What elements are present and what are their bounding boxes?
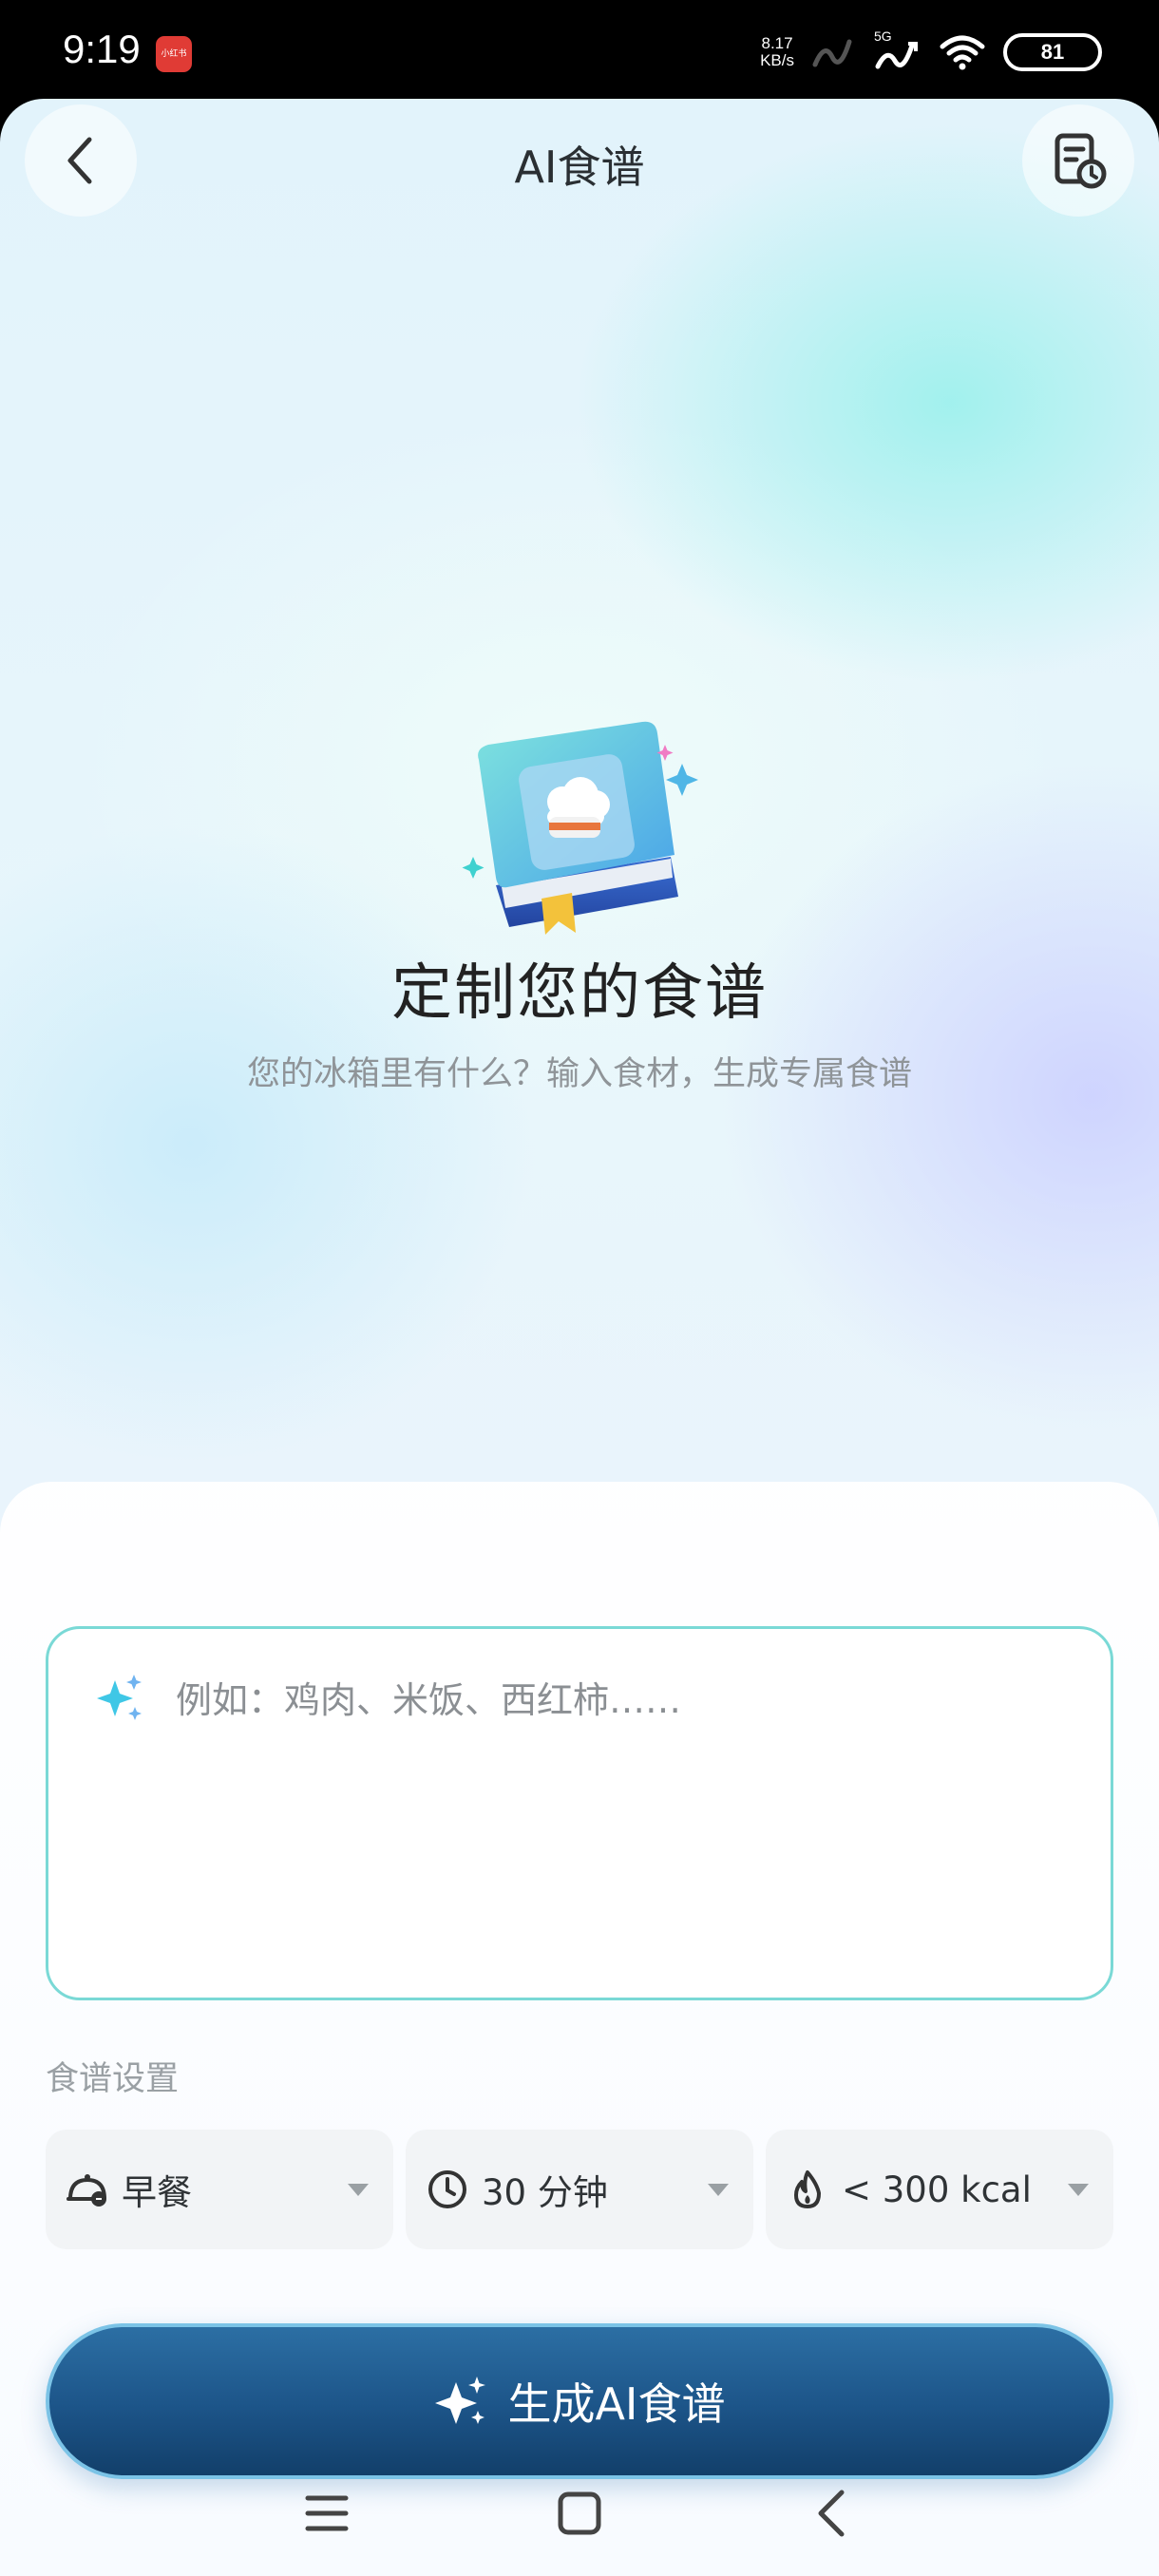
system-navigation-bar <box>0 2451 1159 2576</box>
clock-icon <box>428 2170 466 2208</box>
hero-title: 定制您的食谱 <box>391 958 768 1029</box>
status-icons: 8.17 KB/s 5G 81 <box>760 25 1102 80</box>
status-time: 9:19 <box>63 27 141 71</box>
hero-subtitle: 您的冰箱里有什么？输入食材，生成专属食谱 <box>246 1055 912 1093</box>
network-speed-unit: KB/s <box>760 51 794 69</box>
recipe-history-icon <box>1054 133 1107 189</box>
meal-dish-icon <box>66 2174 106 2207</box>
menu-icon[interactable] <box>298 2485 355 2542</box>
sparkle-icon <box>97 1675 142 1720</box>
back-nav-icon[interactable] <box>804 2485 861 2542</box>
signal-strength-icon <box>812 39 852 67</box>
cellular-5g-icon: 5G <box>874 28 922 72</box>
settings-label: 食谱设置 <box>46 2060 180 2098</box>
calories-value: < 300 kcal <box>842 2169 1032 2210</box>
recipe-book-illustration <box>462 721 698 935</box>
app-screen: AI食谱 定制您的食谱 您的冰箱里有什么？输入食材，生成专属食谱 例如：鸡肉、米… <box>0 99 1159 2576</box>
battery-icon: 81 <box>1003 33 1102 71</box>
calories-dropdown[interactable]: < 300 kcal <box>766 2130 1113 2249</box>
cook-time-value: 30 分钟 <box>482 2172 608 2213</box>
ingredients-placeholder: 例如：鸡肉、米饭、西红柿…… <box>176 1679 682 1721</box>
status-bar: 9:19 小红书 8.17 KB/s 5G 81 <box>0 0 1159 104</box>
wifi-icon <box>940 35 985 70</box>
generate-recipe-label: 生成AI食谱 <box>507 2378 726 2430</box>
network-speed: 8.17 KB/s <box>760 35 794 69</box>
dropdown-arrow-icon <box>348 2183 369 2196</box>
app-notification-badge: 小红书 <box>156 36 192 72</box>
cook-time-dropdown[interactable]: 30 分钟 <box>406 2130 753 2249</box>
sparkle-icon <box>435 2377 486 2424</box>
home-icon[interactable] <box>551 2485 608 2542</box>
meal-type-dropdown[interactable]: 早餐 <box>46 2130 393 2249</box>
flame-icon <box>794 2170 821 2208</box>
battery-level: 81 <box>1040 40 1065 64</box>
dropdown-arrow-icon <box>708 2183 729 2196</box>
recipe-history-button[interactable] <box>1022 104 1134 217</box>
meal-type-value: 早餐 <box>122 2172 192 2213</box>
dropdown-arrow-icon <box>1068 2183 1089 2196</box>
ingredients-input[interactable]: 例如：鸡肉、米饭、西红柿…… <box>46 1626 1113 2000</box>
page-title: AI食谱 <box>514 142 645 193</box>
recipe-form-panel: 例如：鸡肉、米饭、西红柿…… 食谱设置 早餐 30 分钟 < 300 kcal … <box>0 1482 1159 2576</box>
network-speed-value: 8.17 <box>761 34 793 52</box>
